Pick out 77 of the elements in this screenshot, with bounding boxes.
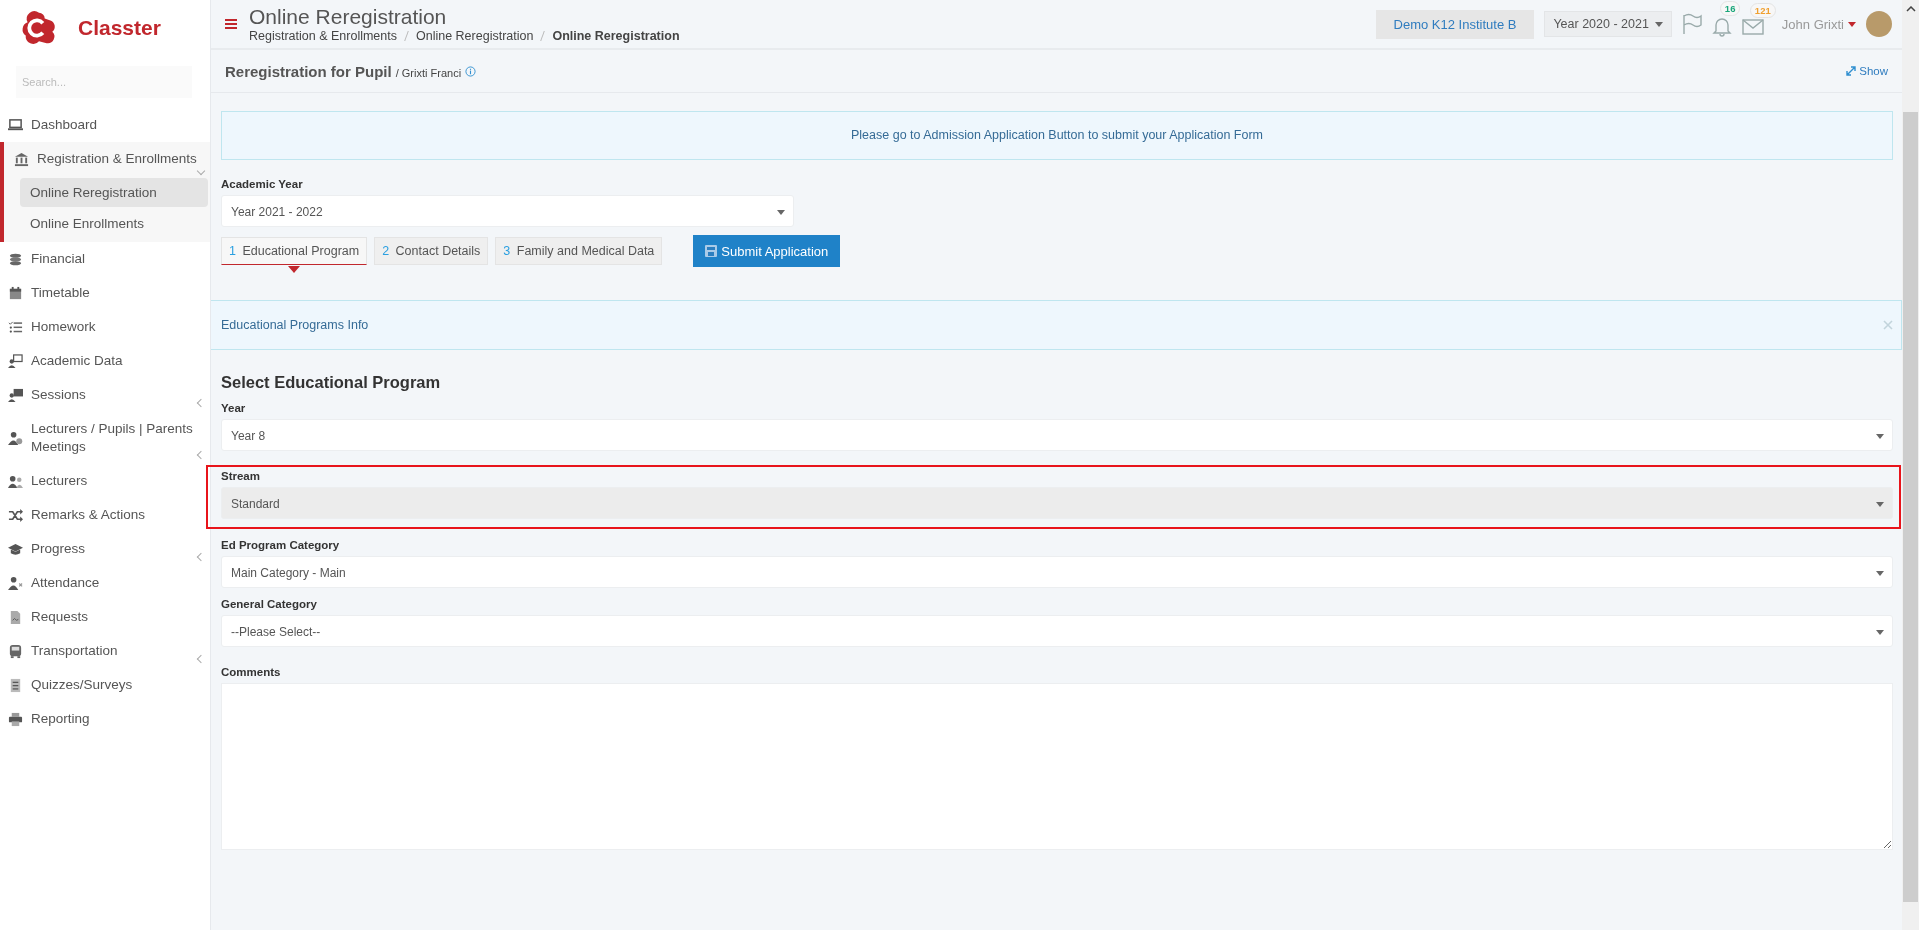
pupil-name: / Grixti Franci: [395, 66, 462, 79]
teacher-board-icon: [8, 387, 23, 403]
scroll-up-icon[interactable]: [1905, 6, 1916, 12]
field-label: Academic Year: [221, 178, 304, 190]
breadcrumb-current: Online Reregistration: [552, 29, 680, 43]
sidebar-item[interactable]: Sessions: [0, 378, 210, 412]
avatar[interactable]: [1866, 11, 1892, 37]
count-badge: 16: [1719, 0, 1741, 16]
breadcrumb-link[interactable]: Online Reregistration: [416, 29, 534, 43]
select-field[interactable]: --Please Select--: [221, 615, 1893, 647]
show-link[interactable]: Show: [1846, 65, 1888, 77]
sidebar-item[interactable]: Transportation: [0, 634, 210, 668]
tab-pointer-icon: [288, 266, 301, 273]
checklist-icon: [8, 319, 23, 335]
sidebar-item[interactable]: Financial: [0, 242, 210, 276]
envelope-icon[interactable]: [1741, 16, 1764, 35]
sidebar-item[interactable]: Academic Data: [0, 344, 210, 378]
scrollbar-thumb[interactable]: [1903, 112, 1918, 902]
count-badge: 121: [1749, 2, 1776, 18]
submit-application-button[interactable]: Submit Application: [693, 235, 841, 267]
brand-name: Classter: [78, 16, 161, 40]
step-tab[interactable]: 3 Family and Medical Data: [495, 237, 663, 265]
sidebar-item[interactable]: Attendance: [0, 566, 210, 600]
expand-icon: [1846, 66, 1857, 76]
sidebar-item[interactable]: Dashboard: [0, 108, 210, 142]
caret-icon: [1848, 21, 1856, 27]
users-icon: [8, 473, 23, 489]
field-label: Year: [221, 402, 247, 414]
step-tab[interactable]: 2 Contact Details: [374, 237, 489, 265]
shuffle-icon: [8, 507, 23, 523]
search-field[interactable]: Search...: [16, 66, 192, 98]
checklist-document-icon: [8, 677, 23, 693]
institute-button[interactable]: Demo K12 Institute B: [1375, 9, 1535, 39]
laptop-icon: [8, 117, 23, 133]
flag-icon[interactable]: [1681, 13, 1702, 35]
submenu-item[interactable]: Online Enrollments: [20, 209, 208, 238]
menu-icon[interactable]: [225, 19, 237, 29]
info-icon[interactable]: [465, 65, 477, 77]
sidebar-item[interactable]: Quizzes/Surveys: [0, 668, 210, 702]
document-icon: [8, 609, 23, 625]
user-x-icon: [8, 575, 23, 591]
panel-title: Reregistration for Pupil: [225, 62, 392, 80]
field-label: General Category: [221, 598, 318, 610]
sidebar-item[interactable]: Timetable: [0, 276, 210, 310]
field-label: Comments: [221, 666, 282, 678]
coins-icon: [8, 251, 23, 267]
sidebar-item[interactable]: Registration & Enrollments: [4, 142, 210, 176]
field-label: Stream: [221, 470, 261, 482]
info-title[interactable]: Educational Programs Info: [221, 318, 369, 332]
graduation-cap-icon: [8, 541, 23, 557]
save-icon: [705, 245, 718, 257]
select-field[interactable]: Main Category - Main: [221, 556, 1893, 588]
notice-banner: Please go to Admission Application Button to submit your Application Form: [221, 111, 1893, 160]
calendar-icon: [8, 285, 23, 301]
sidebar-item[interactable]: Remarks & Actions: [0, 498, 210, 532]
academic-year-select[interactable]: Year 2021 - 2022: [221, 195, 794, 227]
close-icon[interactable]: [1883, 320, 1893, 330]
select-field[interactable]: Year 8: [221, 419, 1893, 451]
presentation-icon: [8, 353, 23, 369]
sidebar-item[interactable]: Lecturers / Pupils | Parents Meetings: [0, 412, 210, 464]
sidebar-item[interactable]: Progress: [0, 532, 210, 566]
breadcrumb-link[interactable]: Registration & Enrollments: [249, 29, 397, 43]
printer-icon: [8, 711, 23, 727]
comments-field[interactable]: [221, 683, 1893, 850]
submenu-item[interactable]: Online Reregistration: [20, 178, 208, 207]
sidebar-item[interactable]: Homework: [0, 310, 210, 344]
bus-icon: [8, 643, 23, 659]
field-label: Ed Program Category: [221, 539, 341, 551]
sidebar-item[interactable]: Requests: [0, 600, 210, 634]
bank-icon: [14, 151, 29, 167]
sidebar-item[interactable]: Lecturers: [0, 464, 210, 498]
page-title: Online Reregistration: [249, 5, 448, 29]
logo-icon: [20, 9, 58, 47]
sidebar-item[interactable]: Reporting: [0, 702, 210, 736]
user-clock-icon: [8, 430, 23, 446]
year-dropdown[interactable]: Year 2020 - 2021: [1544, 11, 1672, 37]
section-title: Select Educational Program: [221, 373, 442, 392]
